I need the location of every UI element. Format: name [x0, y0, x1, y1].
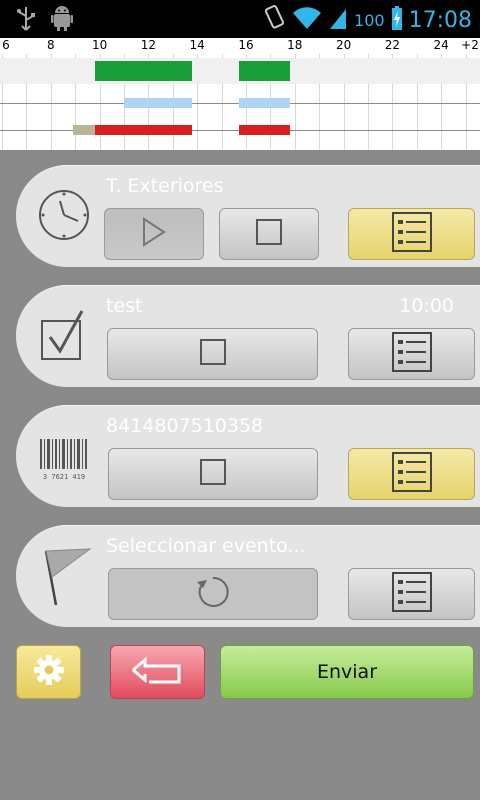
card-time: 10:00	[399, 295, 454, 317]
timeline-segment	[94, 61, 193, 81]
tick-label: +2	[461, 38, 479, 52]
tick-label: 12	[140, 38, 157, 52]
timeline-segment-pending	[72, 125, 95, 135]
send-button[interactable]: Enviar	[220, 645, 474, 699]
event-card-select: Seleccionar evento...	[16, 525, 480, 627]
tick-label: 18	[287, 38, 303, 52]
list-button[interactable]	[348, 448, 475, 500]
timeline-tick-labels: 6 8 10 12 14 16 18 20 22 24 +2	[0, 38, 480, 54]
stop-icon	[255, 218, 283, 250]
status-left	[16, 6, 74, 36]
stop-button[interactable]	[219, 208, 319, 260]
list-button[interactable]	[348, 208, 475, 260]
barcode-caption: 3 7621 419	[43, 473, 85, 481]
tick-label: 24	[433, 38, 449, 52]
usb-icon	[16, 6, 36, 36]
tick-label: 14	[189, 38, 205, 52]
checkbox-icon	[36, 307, 92, 363]
stop-icon	[199, 458, 227, 490]
refresh-icon	[195, 574, 231, 614]
timeline-segment	[238, 125, 290, 135]
timeline-segment	[124, 98, 193, 108]
tick-label: 10	[91, 38, 108, 52]
vibrate-icon	[262, 4, 286, 36]
timeline-segment	[238, 98, 290, 108]
list-icon	[391, 451, 433, 497]
return-arrow-icon	[129, 654, 187, 690]
flag-icon	[36, 547, 92, 606]
signal-icon	[328, 5, 348, 35]
timeline-segment	[94, 125, 193, 135]
tick-label: 22	[384, 38, 401, 52]
android-debug-icon	[50, 6, 74, 36]
status-clock: 17:08	[408, 7, 472, 33]
list-icon	[391, 211, 433, 257]
card-title: Seleccionar evento...	[106, 535, 306, 557]
battery-level: 100	[354, 10, 385, 30]
clock-icon	[36, 187, 92, 243]
play-icon	[140, 216, 168, 252]
gear-icon	[33, 654, 65, 690]
event-card-test: test 10:00	[16, 285, 480, 387]
list-button[interactable]	[348, 568, 475, 620]
stop-icon	[199, 338, 227, 370]
reload-button[interactable]	[108, 568, 318, 620]
battery-charging-icon	[391, 5, 403, 35]
tick-label: 6	[2, 38, 10, 52]
stop-button[interactable]	[107, 328, 318, 380]
status-bar: 100 17:08	[0, 0, 480, 38]
card-title: 8414807510358	[106, 415, 264, 437]
tick-label: 16	[238, 38, 254, 52]
card-title: test	[106, 295, 143, 317]
event-card-exteriores: T. Exteriores	[16, 165, 480, 267]
status-right: 100 17:08	[262, 4, 472, 36]
stop-button[interactable]	[108, 448, 318, 500]
list-button[interactable]	[348, 328, 475, 380]
tick-label: 20	[335, 38, 352, 52]
card-title: T. Exteriores	[106, 175, 224, 197]
timeline-segment	[238, 61, 290, 81]
list-icon	[391, 571, 433, 617]
back-button[interactable]	[110, 645, 205, 699]
play-button[interactable]	[104, 208, 204, 260]
tick-label: 8	[46, 38, 55, 52]
barcode-icon: 3 7621 419	[36, 427, 92, 483]
list-icon	[391, 331, 433, 377]
settings-button[interactable]	[16, 645, 81, 699]
wifi-icon	[292, 5, 322, 35]
event-card-barcode: 3 7621 419 8414807510358	[16, 405, 480, 507]
timeline-chart[interactable]: 6 8 10 12 14 16 18 20 22 24 +2	[0, 38, 480, 150]
